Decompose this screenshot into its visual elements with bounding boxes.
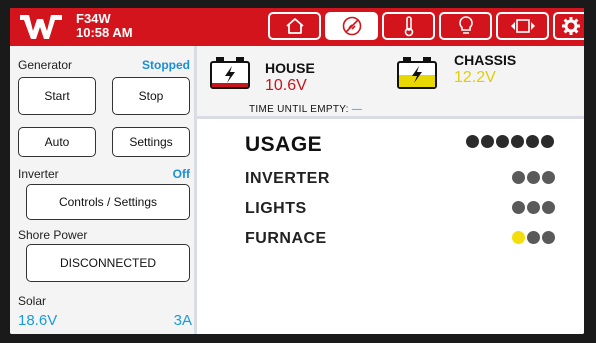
- usage-dot: [466, 135, 479, 148]
- slide-out-icon: [510, 19, 535, 33]
- gear-icon: [561, 17, 580, 35]
- house-battery-name: HOUSE: [265, 60, 315, 76]
- left-panel: Generator Stopped Start Stop Auto Settin…: [10, 46, 197, 334]
- generator-settings-button[interactable]: Settings: [112, 127, 190, 157]
- tab-temperature[interactable]: [382, 12, 435, 40]
- usage-item-inverter: INVERTER: [245, 170, 330, 187]
- usage-dot: [542, 201, 555, 214]
- solar-current: 3A: [173, 312, 192, 329]
- header-bar: F34W 10:58 AM: [10, 8, 584, 46]
- usage-dot: [527, 231, 540, 244]
- tab-slide[interactable]: [496, 12, 549, 40]
- usage-dot: [496, 135, 509, 148]
- usage-dot: [512, 171, 525, 184]
- thermometer-icon: [404, 16, 413, 37]
- usage-dot: [542, 171, 555, 184]
- solar-voltage: 18.6V: [18, 312, 58, 329]
- generator-status: Stopped: [142, 58, 190, 72]
- usage-dot: [511, 135, 524, 148]
- model-name: F34W: [76, 11, 111, 26]
- shore-power-status-button[interactable]: DISCONNECTED: [26, 244, 190, 282]
- chassis-battery-icon: [397, 57, 437, 89]
- usage-item-furnace: FURNACE: [245, 230, 327, 247]
- time-until-empty-value: —: [351, 104, 363, 115]
- solar-label: Solar: [18, 294, 47, 308]
- inverter-controls-button[interactable]: Controls / Settings: [26, 184, 190, 220]
- home-icon: [285, 18, 304, 34]
- battery-status-row: HOUSE 10.6V CHASSIS 12.2V TIME UNTIL EMP…: [197, 46, 584, 119]
- usage-dot: [542, 231, 555, 244]
- brand-logo: [20, 13, 62, 41]
- usage-dot: [526, 135, 539, 148]
- chassis-battery-voltage: 12.2V: [454, 69, 496, 86]
- tab-power[interactable]: [325, 12, 378, 40]
- clock: 10:58 AM: [76, 25, 133, 40]
- display-screen: F34W 10:58 AM Generator Stopped Start St…: [10, 8, 584, 334]
- usage-dot: [512, 231, 525, 244]
- house-battery-voltage: 10.6V: [265, 77, 307, 94]
- house-battery-icon: [210, 57, 250, 89]
- usage-dot: [512, 201, 525, 214]
- generator-start-button[interactable]: Start: [18, 77, 96, 115]
- lightbulb-icon: [458, 16, 473, 34]
- generator-stop-button[interactable]: Stop: [112, 77, 190, 115]
- inverter-status: Off: [172, 167, 190, 181]
- inverter-label: Inverter: [18, 167, 59, 181]
- usage-dot: [527, 171, 540, 184]
- tab-settings[interactable]: [553, 12, 584, 40]
- usage-dot: [481, 135, 494, 148]
- usage-dot: [527, 201, 540, 214]
- time-until-empty-label: TIME UNTIL EMPTY:: [249, 104, 349, 115]
- lights-level-indicator: [512, 201, 555, 214]
- time-until-empty: TIME UNTIL EMPTY: —: [249, 104, 362, 115]
- tab-home[interactable]: [268, 12, 321, 40]
- right-panel: HOUSE 10.6V CHASSIS 12.2V TIME UNTIL EMP…: [197, 46, 584, 334]
- chassis-battery-name: CHASSIS: [454, 52, 517, 68]
- usage-item-lights: LIGHTS: [245, 200, 307, 217]
- usage-title: USAGE: [245, 133, 323, 156]
- power-plug-icon: [342, 16, 361, 36]
- furnace-level-indicator: [512, 231, 555, 244]
- inverter-level-indicator: [512, 171, 555, 184]
- usage-total-indicator: [466, 135, 554, 148]
- generator-label: Generator: [18, 58, 73, 72]
- tab-lights[interactable]: [439, 12, 492, 40]
- shore-power-label: Shore Power: [18, 228, 88, 242]
- usage-dot: [541, 135, 554, 148]
- generator-auto-button[interactable]: Auto: [18, 127, 96, 157]
